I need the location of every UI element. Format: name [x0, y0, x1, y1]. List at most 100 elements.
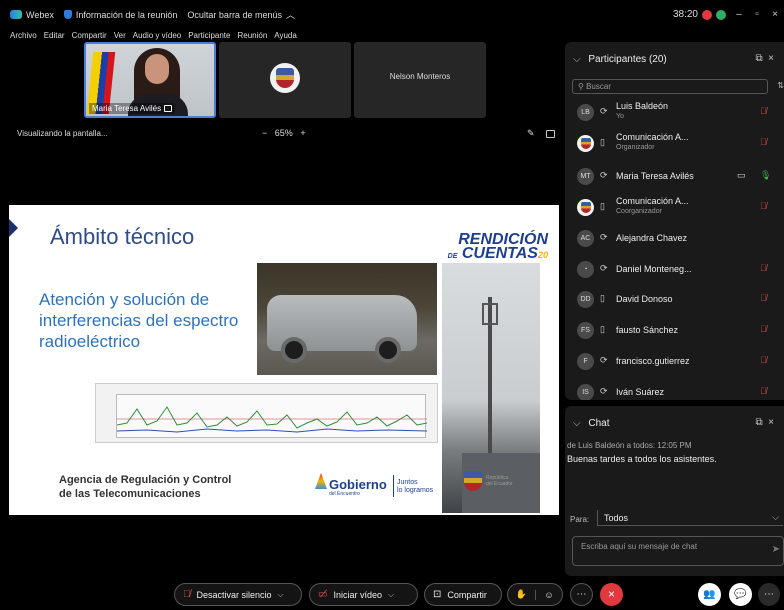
emoji-reaction-icon[interactable]: ☺	[535, 589, 562, 600]
wheel-front	[281, 337, 307, 363]
spectrum-analyzer-image	[95, 383, 438, 443]
menu-editar[interactable]: Editar	[44, 31, 65, 40]
video-tile-2[interactable]	[219, 42, 351, 118]
muted-mic-icon[interactable]: 🎙̸	[760, 355, 767, 365]
chat-input-placeholder: Escriba aquí su mensaje de chat	[581, 542, 698, 551]
hide-menu-label: Ocultar barra de menús	[187, 9, 282, 20]
zoom-in-button[interactable]: +	[300, 128, 305, 138]
muted-mic-icon[interactable]: 🎙̸	[760, 201, 767, 211]
more-options-button[interactable]: ⋯	[570, 583, 593, 606]
close-icon[interactable]: ×	[768, 53, 774, 64]
republica-line-2: del Ecuador	[486, 481, 513, 487]
muted-mic-icon: 🎙̸	[183, 589, 191, 600]
coat-of-arms-icon	[580, 202, 591, 213]
gob-slogan-2: lo logramos	[397, 487, 434, 494]
chat-message-input[interactable]: Escriba aquí su mensaje de chat	[572, 536, 784, 566]
participant-name: Comunicación A...	[616, 196, 689, 206]
avatar	[270, 63, 300, 93]
muted-mic-icon[interactable]: 🎙̸	[760, 263, 767, 273]
participants-toggle-button[interactable]: 👥	[698, 583, 721, 606]
chat-header[interactable]: ⌵ Chat	[573, 418, 610, 429]
raise-hand-icon[interactable]: ✋	[508, 589, 535, 600]
chat-toggle-button[interactable]: 💬	[729, 583, 752, 606]
chevron-down-icon: ⌵	[573, 54, 581, 65]
participant-row[interactable]: ▯ Comunicación A... Organizador 🎙̸	[565, 129, 784, 157]
participant-row[interactable]: F ⟳ francisco.gutierrez 🎙̸	[565, 347, 784, 375]
muted-mic-icon[interactable]: 🎙̸	[760, 106, 767, 116]
pop-out-icon[interactable]: ⧉	[755, 417, 762, 428]
more-panels-button[interactable]: ⋯	[758, 583, 780, 606]
menu-ver[interactable]: Ver	[114, 31, 126, 40]
device-icon: ▯	[600, 137, 605, 147]
pop-out-icon[interactable]: ⧉	[755, 53, 762, 64]
chevron-down-icon[interactable]: ⌵	[278, 590, 284, 600]
avatar: F	[577, 353, 594, 370]
participant-row[interactable]: AC ⟳ Alejandra Chavez	[565, 224, 784, 252]
unmute-label: Desactivar silencio	[196, 589, 272, 600]
share-status-text: Visualizando la pantalla...	[17, 129, 108, 138]
participant-row[interactable]: ▯ Comunicación A... Coorganizador 🎙̸	[565, 193, 784, 221]
minimize-button[interactable]: –	[730, 9, 748, 20]
video-camera-icon[interactable]: ▭	[737, 170, 746, 181]
audio-connection-icon: ⟳	[600, 170, 608, 180]
participant-row[interactable]: DD ▯ David Donoso 🎙̸	[565, 285, 784, 313]
participants-header[interactable]: ⌵ Participantes (20)	[573, 54, 667, 65]
participant-name: David Donoso	[616, 294, 673, 304]
participant-row[interactable]: LB ⟳ Luis Baldeón Yo 🎙̸	[565, 98, 784, 126]
participant-search-input[interactable]: ⚲ Buscar	[572, 79, 768, 94]
share-button[interactable]: ⊡ Compartir	[424, 583, 502, 606]
menu-reunion[interactable]: Reunión	[237, 31, 267, 40]
app-title: Webex	[10, 10, 54, 20]
unmute-button[interactable]: 🎙̸ Desactivar silencio ⌵	[174, 583, 302, 606]
chevron-down-icon[interactable]: ⌵	[388, 590, 394, 600]
chat-actions: ⧉ ×	[755, 417, 774, 428]
avatar: MT	[577, 168, 594, 185]
send-icon[interactable]: ➤	[772, 544, 780, 555]
participant-row[interactable]: MT ⟳ Maria Teresa Avilés ▭ 🎙	[565, 162, 784, 190]
chat-message-meta: de Luis Baldeón a todos: 12:05 PM	[567, 441, 692, 450]
agency-line-1: Agencia de Regulación y Control	[59, 474, 232, 486]
tower-head	[482, 303, 498, 325]
meeting-info-button[interactable]: Información de la reunión	[63, 10, 177, 20]
close-window-button[interactable]: ×	[766, 9, 784, 20]
video-tile-active-speaker[interactable]: Maria Teresa Avilés	[84, 42, 216, 118]
menu-ayuda[interactable]: Ayuda	[274, 31, 297, 40]
device-icon: ▯	[600, 201, 605, 211]
coat-of-arms-icon	[464, 471, 482, 491]
zoom-out-button[interactable]: −	[262, 128, 267, 138]
video-off-icon: ▭̸	[318, 589, 328, 600]
menu-audio-video[interactable]: Audio y vídeo	[133, 31, 181, 40]
share-label: Compartir	[447, 589, 487, 600]
video-name-text: Nelson Monteros	[389, 72, 451, 81]
participant-row[interactable]: IS ⟳ Iván Suárez 🎙̸	[565, 378, 784, 400]
muted-mic-icon[interactable]: 🎙̸	[760, 386, 767, 396]
close-icon[interactable]: ×	[768, 417, 774, 428]
avatar: AC	[577, 230, 594, 247]
chat-recipient-select[interactable]: Todos ⌵	[597, 510, 783, 526]
menu-participante[interactable]: Participante	[188, 31, 230, 40]
leave-meeting-button[interactable]: ×	[600, 583, 623, 606]
muted-mic-icon[interactable]: 🎙̸	[760, 324, 767, 334]
slide-title: Ámbito técnico	[50, 224, 195, 249]
annotate-icon[interactable]: ✎	[527, 128, 535, 139]
participant-row[interactable]: ◔ ⟳ Daniel Monteneg... 🎙̸	[565, 255, 784, 283]
participant-row[interactable]: FS ▯ fausto Sánchez 🎙̸	[565, 316, 784, 344]
start-video-button[interactable]: ▭̸ Iniciar vídeo ⌵	[309, 583, 418, 606]
rendicion-logo: RENDICIÓN DE CUENTAS20	[430, 232, 548, 264]
maximize-button[interactable]: ▫	[748, 9, 766, 20]
meeting-toolbar: 🎙̸ Desactivar silencio ⌵ ▭̸ Iniciar víde…	[0, 578, 784, 610]
audio-connection-icon: ⟳	[600, 355, 608, 365]
sort-icon[interactable]: ⇅	[777, 81, 784, 90]
active-mic-icon[interactable]: 🎙	[760, 170, 771, 181]
menu-compartir[interactable]: Compartir	[72, 31, 107, 40]
gobierno-logo: Gobierno del Encuentro Juntos lo logramo…	[315, 471, 455, 501]
hide-menu-button[interactable]: Ocultar barra de menús ︿	[187, 8, 295, 21]
audio-connection-icon: ⟳	[600, 106, 608, 116]
menu-bar: Archivo Editar Compartir Ver Audio y víd…	[0, 29, 565, 41]
video-tile-3[interactable]: Nelson Monteros	[354, 42, 486, 118]
muted-mic-icon[interactable]: 🎙̸	[760, 293, 767, 303]
pop-out-icon[interactable]	[546, 130, 555, 138]
muted-mic-icon[interactable]: 🎙̸	[760, 137, 767, 147]
menu-archivo[interactable]: Archivo	[10, 31, 37, 40]
chat-to-label: Para:	[570, 515, 590, 524]
